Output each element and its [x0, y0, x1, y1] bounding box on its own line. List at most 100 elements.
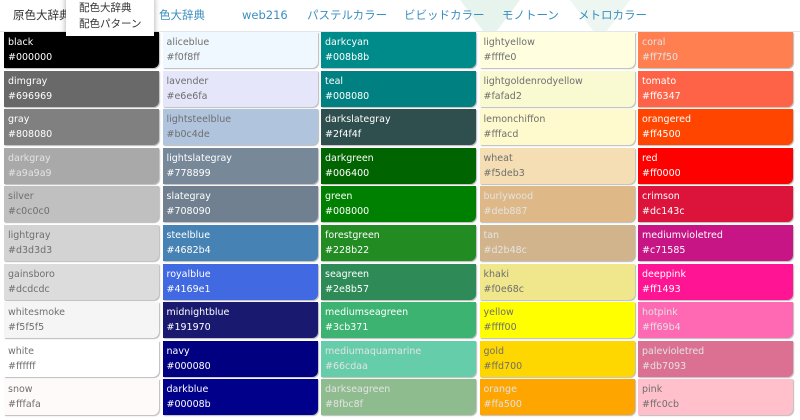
color-swatch[interactable]: darkcyan #008b8b [321, 32, 476, 68]
color-hex: #ff4500 [642, 129, 681, 141]
color-hex: #4169e1 [166, 283, 211, 295]
color-swatch[interactable]: mediumvioletred #c71585 [638, 224, 793, 261]
color-swatch[interactable]: snow #fffafa [4, 379, 159, 416]
color-swatch[interactable]: tan #d2b48c [479, 224, 635, 261]
color-swatch[interactable]: lightsteelblue #b0c4de [162, 109, 318, 146]
color-hex: #228b22 [325, 244, 370, 256]
color-swatch[interactable]: dimgray #696969 [4, 70, 159, 107]
color-hex: #db7093 [642, 360, 687, 372]
dropdown-item-haishoku-daijiten[interactable]: 配色大辞典 [79, 0, 132, 15]
color-swatch[interactable]: darkblue #00008b [162, 379, 318, 416]
color-swatch[interactable]: crimson #dc143c [638, 186, 793, 223]
color-name: crimson [642, 191, 680, 203]
color-hex: #ffffff [8, 360, 36, 372]
tab-pastel[interactable]: パステルカラー [307, 0, 387, 31]
tab-genshoku[interactable]: 原色大辞典 [13, 0, 71, 31]
color-name: midnightblue [166, 307, 230, 319]
color-hex: #fafad2 [483, 90, 522, 102]
color-hex: #dc143c [642, 206, 685, 218]
color-swatch[interactable]: midnightblue #191970 [162, 302, 318, 339]
color-swatch[interactable]: orange #ffa500 [479, 379, 635, 416]
color-hex: #ff6347 [642, 90, 681, 102]
color-swatch[interactable]: burlywood #deb887 [479, 186, 635, 223]
color-swatch[interactable]: deeppink #ff1493 [638, 263, 793, 300]
color-name: orangered [642, 114, 692, 126]
color-swatch[interactable]: khaki #f0e68c [479, 263, 635, 300]
color-swatch[interactable]: gray #808080 [4, 109, 159, 146]
color-swatch[interactable]: black #000000 [4, 32, 159, 68]
color-swatch[interactable]: orangered #ff4500 [638, 109, 793, 146]
color-name: teal [325, 75, 344, 87]
color-swatch[interactable]: palevioletred #db7093 [638, 340, 793, 377]
color-hex: #ffd700 [483, 360, 523, 372]
tab-metro[interactable]: メトロカラー [578, 0, 647, 31]
color-hex: #dcdcdc [8, 283, 50, 295]
color-swatch[interactable]: darkgray #a9a9a9 [4, 147, 159, 184]
color-swatch[interactable]: coral #ff7f50 [638, 32, 793, 68]
color-swatch[interactable]: silver #c0c0c0 [4, 186, 159, 223]
color-hex: #ffa500 [483, 399, 522, 411]
color-name: black [8, 37, 34, 48]
color-name: mediumseagreen [325, 307, 409, 319]
color-swatch[interactable]: navy #000080 [162, 340, 318, 377]
color-swatch[interactable]: forestgreen #228b22 [321, 224, 476, 261]
color-swatch[interactable]: red #ff0000 [638, 147, 793, 184]
color-hex: #000000 [8, 52, 53, 63]
color-swatch[interactable]: royalblue #4169e1 [162, 263, 318, 300]
color-hex: #191970 [166, 322, 211, 334]
tab-vivid[interactable]: ビビッドカラー [404, 0, 485, 31]
color-swatch[interactable]: hotpink #ff69b4 [638, 302, 793, 339]
color-swatch[interactable]: pink #ffc0cb [638, 379, 793, 416]
color-swatch[interactable]: darkslategray #2f4f4f [321, 109, 476, 146]
color-hex: #4682b4 [166, 244, 211, 256]
tab-monotone[interactable]: モノトーン [502, 0, 559, 31]
color-swatch[interactable]: darkseagreen #8fbc8f [321, 379, 476, 416]
color-swatch[interactable]: wheat #f5deb3 [479, 147, 635, 184]
color-name: coral [642, 37, 666, 48]
color-name: burlywood [483, 191, 534, 203]
color-name: mediumaquamarine [325, 345, 422, 357]
color-swatch[interactable]: mediumaquamarine #66cdaa [321, 340, 476, 377]
tab-web216[interactable]: web216 [242, 0, 288, 31]
color-swatch[interactable]: steelblue #4682b4 [162, 224, 318, 261]
dropdown-item-haishoku-pattern[interactable]: 配色パターン [79, 16, 141, 31]
color-swatch[interactable]: slategray #708090 [162, 186, 318, 223]
color-swatch[interactable]: lightgray #d3d3d3 [4, 224, 159, 261]
color-name: gold [483, 345, 505, 357]
color-swatch[interactable]: lightgoldenrodyellow #fafad2 [479, 70, 635, 107]
color-swatch[interactable]: lavender #e6e6fa [162, 70, 318, 107]
color-swatch[interactable]: whitesmoke #f5f5f5 [4, 302, 159, 339]
color-name: khaki [483, 268, 510, 280]
color-swatch[interactable]: seagreen #2e8b57 [321, 263, 476, 300]
color-name: whitesmoke [8, 307, 66, 319]
color-hex: #008b8b [325, 52, 370, 63]
color-name: darkgray [8, 152, 51, 164]
color-swatch[interactable]: green #008000 [321, 186, 476, 223]
color-hex: #f5deb3 [483, 167, 525, 179]
color-name: darkseagreen [325, 384, 391, 396]
color-swatch[interactable]: darkgreen #006400 [321, 147, 476, 184]
color-hex: #deb887 [483, 206, 528, 218]
color-swatch[interactable]: gold #ffd700 [479, 340, 635, 377]
color-swatch[interactable]: gainsboro #dcdcdc [4, 263, 159, 300]
tab-iro-daijiten[interactable]: 色大辞典 [159, 0, 205, 31]
color-swatch[interactable]: yellow #ffff00 [479, 302, 635, 339]
color-name: aliceblue [166, 37, 210, 48]
color-hex: #d2b48c [483, 244, 527, 256]
color-name: forestgreen [325, 229, 380, 241]
color-swatch[interactable]: teal #008080 [321, 70, 476, 107]
color-name: lightgray [8, 229, 51, 241]
color-hex: #ffffe0 [483, 52, 517, 63]
color-swatch[interactable]: tomato #ff6347 [638, 70, 793, 107]
color-swatch[interactable]: lemonchiffon #fffacd [479, 109, 635, 146]
color-swatch[interactable]: lightslategray #778899 [162, 147, 318, 184]
color-name: snow [8, 384, 33, 396]
color-swatch[interactable]: lightyellow #ffffe0 [479, 32, 635, 68]
color-hex: #008080 [325, 90, 370, 102]
color-hex: #ff1493 [642, 283, 681, 295]
color-swatch[interactable]: white #ffffff [4, 340, 159, 377]
color-name: lightyellow [483, 37, 535, 48]
color-swatch[interactable]: aliceblue #f0f8ff [162, 32, 318, 68]
color-swatch[interactable]: mediumseagreen #3cb371 [321, 302, 476, 339]
color-name: gainsboro [8, 268, 55, 280]
